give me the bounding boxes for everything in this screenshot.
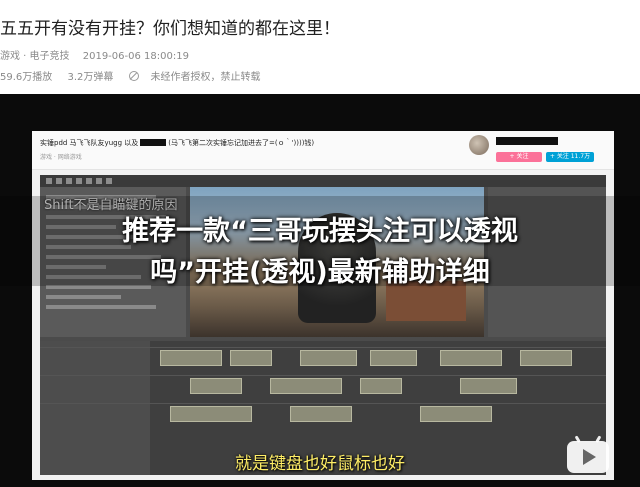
video-title: 五五开有没有开挂？你们想知道的都在这里！ [0,19,340,39]
inner-follow-button: + 关注 [496,152,542,162]
video-meta-row: 游戏 · 电子竞技 2019-06-06 18:00:19 [0,47,199,62]
inner-charge-button: + 关注 11.7万 [546,152,594,162]
video-category[interactable]: 游戏 · 电子竞技 [0,51,70,62]
editor-toolbar [40,175,606,187]
headline-line-2: 吗”开挂(透视)最新辅助详细 [150,257,490,288]
inner-title-text: 实锤pdd 马飞飞队友yugg 以及 [40,139,139,147]
screen-recording-frame: 实锤pdd 马飞飞队友yugg 以及 (马飞飞第二次实锤忘记加进去了=(ｏ｀'))… [32,131,614,480]
redaction-bar [496,137,558,145]
video-stats-row: 59.6万播放 3.2万弹幕 未经作者授权，禁止转载 [0,68,285,83]
avatar [469,135,489,155]
redaction-bar [140,139,167,146]
headline-line-1: 推荐一款“三哥玩摆头注可以透视 [122,216,518,247]
danmaku-count: 3.2万弹幕 [67,72,114,83]
copyright-text: 未经作者授权，禁止转载 [150,72,261,83]
play-count: 59.6万播放 [0,72,53,83]
inner-page-meta: 游戏 · 网络游戏 [40,154,82,161]
timeline-track [40,403,606,422]
timeline-track [40,347,606,366]
forbid-icon [128,71,139,81]
inner-page-title: 实锤pdd 马飞飞队友yugg 以及 (马飞飞第二次实锤忘记加进去了=(ｏ｀'))… [40,138,314,148]
video-date: 2019-06-06 18:00:19 [82,51,189,62]
video-subtitle: 就是键盘也好鼠标也好 [235,454,405,474]
inner-page-header: 实锤pdd 马飞飞队友yugg 以及 (马飞飞第二次实锤忘记加进去了=(ｏ｀'))… [32,131,614,170]
play-icon[interactable] [563,435,613,479]
video-player[interactable]: 实锤pdd 马飞飞队友yugg 以及 (马飞飞第二次实锤忘记加进去了=(ｏ｀'))… [0,94,640,487]
copyright-notice: 未经作者授权，禁止转载 [128,71,273,83]
timeline-track [40,375,606,394]
video-header: 五五开有没有开挂？你们想知道的都在这里！ 游戏 · 电子竞技 2019-06-0… [0,0,640,94]
inner-title-tail: (马飞飞第二次实锤忘记加进去了=(ｏ｀'))))钱) [168,139,315,147]
